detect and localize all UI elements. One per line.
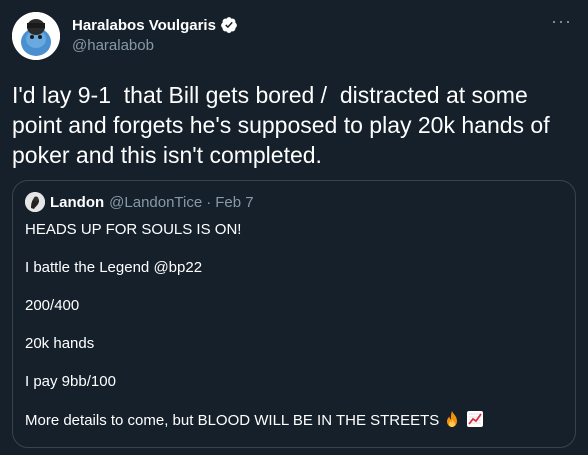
quoted-line: I battle the Legend @bp22 xyxy=(25,258,563,278)
quoted-line: I pay 9bb/100 xyxy=(25,373,116,390)
quoted-line: 200/400 xyxy=(25,297,80,314)
quoted-line: HEADS UP FOR SOULS IS ON! xyxy=(25,221,242,238)
meta-separator: · xyxy=(206,193,212,211)
quoted-author-name: Landon xyxy=(50,193,105,211)
tweet-text: I'd lay 9-1 that Bill gets bored / distr… xyxy=(12,82,556,168)
quoted-line-text: More details to come, but BLOOD WILL BE … xyxy=(25,412,440,429)
quoted-line: 20k hands xyxy=(25,335,95,352)
chart-increasing-emoji-icon xyxy=(466,411,483,427)
quoted-tweet[interactable]: Landon @LandonTice · Feb 7 HEADS UP FOR … xyxy=(12,180,576,448)
quoted-avatar-image xyxy=(25,192,45,212)
quoted-author-avatar xyxy=(25,192,45,212)
avatar-image xyxy=(12,12,60,60)
tweet-header: Haralabos Voulgaris @haralabob ··· xyxy=(12,12,576,62)
fire-emoji-icon xyxy=(447,411,458,427)
author-handle[interactable]: @haralabob xyxy=(72,37,238,54)
quoted-tweet-text: HEADS UP FOR SOULS IS ON! I battle the L… xyxy=(25,220,563,430)
author-name[interactable]: Haralabos Voulgaris xyxy=(72,17,216,34)
verified-badge-icon xyxy=(221,17,237,33)
quoted-line: More details to come, but BLOOD WILL BE … xyxy=(25,410,563,430)
more-horizontal-icon[interactable]: ··· xyxy=(551,12,572,30)
quoted-tweet-header: Landon @LandonTice · Feb 7 xyxy=(25,192,563,212)
author-avatar[interactable] xyxy=(12,12,60,60)
quoted-date: Feb 7 xyxy=(215,193,254,211)
tweet: Haralabos Voulgaris @haralabob ··· I'd l… xyxy=(0,0,588,455)
quoted-line-text: I battle the Legend @bp22 xyxy=(25,259,203,276)
quoted-author-handle: @LandonTice xyxy=(109,193,203,211)
author-info: Haralabos Voulgaris @haralabob xyxy=(72,15,238,54)
